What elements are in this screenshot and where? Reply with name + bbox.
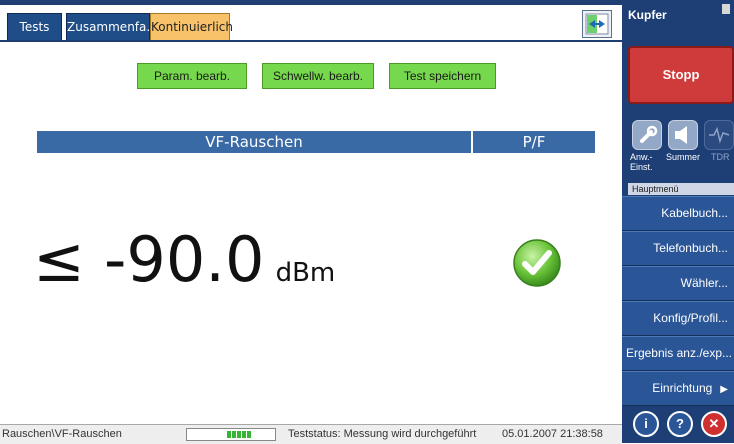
tab-summary[interactable]: Zusammenfa. [66,13,150,40]
column-header-measurement: VF-Rauschen [37,131,471,153]
status-datetime: 05.01.2007 21:38:58 [502,428,603,440]
menu-item-cable-book[interactable]: Kabelbuch... [622,196,734,231]
close-icon: ✕ [708,416,720,431]
menu-item-dialer[interactable]: Wähler... [622,266,734,301]
main-menu-header: Hauptmenü [628,183,734,195]
comparison-symbol: ≤ [33,223,85,296]
help-button[interactable]: ? [667,411,693,437]
app-settings-button[interactable] [632,120,662,150]
measurement-value: -90.0 [104,223,265,296]
tab-continuous[interactable]: Kontinuierlich [150,13,233,40]
edit-thresholds-button[interactable]: Schwellw. bearb. [262,63,374,89]
speaker-icon [675,126,687,144]
menu-item-setup-label: Einrichtung [652,381,713,395]
edit-params-button[interactable]: Param. bearb. [137,63,247,89]
progress-indicator [186,428,276,441]
menu-item-setup[interactable]: Einrichtung ▶ [622,371,734,406]
main-panel: Tests Zusammenfa. Kontinuierlich Param. … [0,0,622,444]
measurement-reading: ≤ -90.0 dBm [33,220,335,300]
column-header-pf: P/F [473,131,595,153]
progress-segment [227,431,231,438]
measurement-unit: dBm [275,258,336,288]
tab-bar: Tests Zusammenfa. Kontinuierlich [0,5,622,42]
sidebar: Kupfer Stopp Anw.- Einst. Summer TDR Hau… [622,0,734,443]
connection-arrows-icon [585,13,609,35]
progress-segment [232,431,236,438]
sidebar-corner-handle[interactable] [722,4,730,14]
status-bar: Rauschen\VF-Rauschen Teststatus: Messung… [0,424,622,444]
menu-item-config-profile[interactable]: Konfig/Profil... [622,301,734,336]
progress-segment [237,431,241,438]
pass-check-icon [513,239,561,287]
tool-label-tdr: TDR [711,152,730,162]
sidebar-title: Kupfer [628,8,667,22]
tool-label-buzzer: Summer [666,152,701,162]
info-button[interactable]: i [633,411,659,437]
progress-segment [247,431,251,438]
save-test-button[interactable]: Test speichern [389,63,496,89]
help-icon: ? [676,416,684,431]
close-button[interactable]: ✕ [701,411,727,437]
menu-item-phone-book[interactable]: Telefonbuch... [622,231,734,266]
tdr-button[interactable] [704,120,734,150]
info-icon: i [644,416,648,431]
chevron-right-icon: ▶ [720,384,728,395]
stop-button[interactable]: Stopp [628,46,734,104]
tab-tests[interactable]: Tests [7,13,62,40]
waveform-icon [709,126,730,144]
progress-segment [242,431,246,438]
test-status-text: Teststatus: Messung wird durchgeführt [288,428,477,440]
connection-toggle-button[interactable] [582,10,612,38]
buzzer-button[interactable] [668,120,698,150]
tool-label-settings: Anw.- Einst. [630,152,653,172]
wrench-icon [640,125,658,143]
menu-item-result-export[interactable]: Ergebnis anz./exp... [622,336,734,371]
status-path: Rauschen\VF-Rauschen [2,428,122,440]
